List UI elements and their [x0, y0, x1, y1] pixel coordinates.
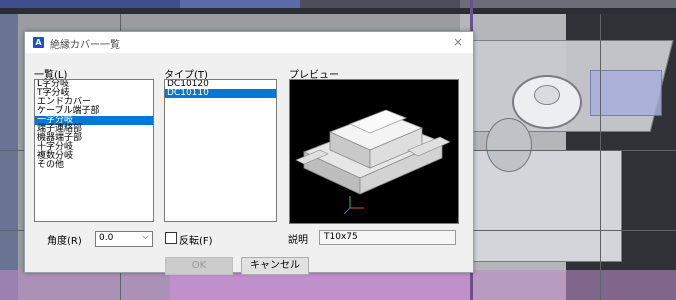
bolt-model: [486, 118, 532, 172]
description-value: T10x75: [324, 232, 358, 242]
model-edge: [0, 14, 18, 300]
flip-label: 反転(F): [179, 236, 213, 247]
cover-preview-image: [295, 109, 451, 215]
flip-checkbox[interactable]: [165, 232, 177, 244]
angle-label: 角度(R): [47, 236, 82, 247]
chevron-down-icon: ⌵: [142, 232, 149, 242]
close-button[interactable]: ×: [449, 34, 467, 50]
dialog-title: 絶縁カバー一覧: [50, 40, 120, 51]
model-edge-line: [600, 14, 601, 300]
insulation-cover-dialog: A 絶縁カバー一覧 × 一覧(L) タイプ(T) プレビュー L字分岐 T字分岐エ…: [24, 31, 474, 275]
dialog-titlebar[interactable]: A 絶縁カバー一覧 ×: [25, 32, 473, 53]
angle-select[interactable]: 0.0 ⌵: [95, 231, 153, 247]
description-field: T10x75: [319, 230, 456, 245]
preview-pane: [289, 79, 459, 224]
type-item[interactable]: DC10110: [165, 89, 276, 98]
category-listbox[interactable]: L字分岐 T字分岐 エンドカバー ケーブル端子部 一字分岐 端子連絡部 機器端子部 十字分岐複…: [34, 79, 154, 222]
angle-value: 0.0: [99, 233, 114, 243]
description-label: 説明: [288, 235, 308, 246]
type-listbox[interactable]: DC10120 DC10110: [164, 79, 277, 222]
pink-conductor-lower: [0, 270, 676, 300]
top-toolbar-strip: [0, 0, 676, 8]
cancel-button[interactable]: キャンセル: [241, 257, 309, 275]
nut-top-face: [534, 85, 560, 105]
app-icon: A: [33, 37, 44, 48]
category-item[interactable]: その他: [35, 161, 153, 170]
ok-button[interactable]: OK: [165, 257, 233, 275]
